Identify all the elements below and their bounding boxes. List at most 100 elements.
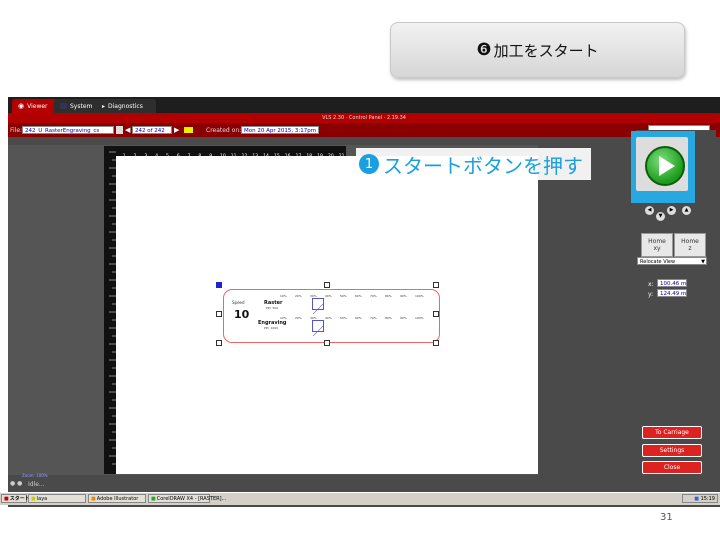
folder-task-icon: ■ bbox=[31, 495, 36, 502]
design-object[interactable]: Speed 10 Raster PPI: 500 Engraving PPI: … bbox=[223, 289, 440, 343]
relocate-dropdown-icon: ▼ bbox=[701, 259, 705, 265]
settings-button[interactable]: Settings bbox=[642, 444, 702, 457]
selection-handle-ml[interactable] bbox=[216, 311, 222, 317]
prev-file-icon[interactable]: ◀ bbox=[125, 126, 130, 134]
percent-cell: 100% bbox=[415, 316, 424, 320]
zoom-label: Zoom: 100% bbox=[22, 473, 48, 478]
left-ruler-ticks bbox=[109, 151, 116, 465]
slide-number: 31 bbox=[660, 512, 673, 523]
home-z-sub: z bbox=[688, 245, 692, 252]
os-taskbar: ■ スタート ■ laya ■ Adobe Illustrator ■ Core… bbox=[0, 492, 720, 505]
window-title-bar: VLS 2.30 · Control Panel · 2.19.34 bbox=[8, 113, 720, 123]
home-z-label: Home bbox=[681, 238, 699, 245]
home-z-button[interactable]: Home z bbox=[674, 233, 706, 257]
status-bar: Zoom: 100% ● ● Idle... bbox=[8, 473, 712, 490]
taskbar-item-3[interactable]: ■ CorelDRAW X4 - [RASTER]... bbox=[148, 494, 226, 503]
selection-handle-tr[interactable] bbox=[433, 282, 439, 288]
raster-sub: PPI: 500 bbox=[266, 306, 279, 310]
percent-cell: 70% bbox=[370, 316, 377, 320]
jog-left-icon[interactable]: ◀ bbox=[645, 206, 654, 215]
engraving-sample-diagonal bbox=[312, 325, 324, 337]
y-coord-field[interactable]: 124.49 mm bbox=[657, 289, 687, 297]
percent-cell: 30% bbox=[310, 294, 317, 298]
start-menu-button[interactable]: ■ スタート bbox=[1, 494, 30, 503]
percent-cell: 50% bbox=[340, 294, 347, 298]
taskbar-item-1[interactable]: ■ laya bbox=[28, 494, 86, 503]
jog-z-icon[interactable]: ▲ bbox=[682, 206, 691, 215]
to-carriage-button[interactable]: To Carriage bbox=[642, 426, 702, 439]
percent-row-engraving: 10% 20% 30% 40% 50% 60% 70% 80% 90% 100% bbox=[280, 316, 430, 321]
jog-arrows: ◀ ▼ ▶ ▲ bbox=[640, 202, 696, 224]
design-speed-label: Speed bbox=[232, 300, 245, 305]
play-icon bbox=[659, 156, 675, 176]
tab-system-label: System bbox=[70, 102, 93, 110]
percent-cell: 60% bbox=[355, 316, 362, 320]
taskbar-item-3-label: CorelDRAW X4 - [RASTER]... bbox=[156, 495, 227, 502]
percent-cell: 90% bbox=[400, 294, 407, 298]
file-select[interactable]: 242_U_RasterEngraving_cs bbox=[22, 126, 114, 134]
illustrator-icon: ■ bbox=[91, 495, 96, 502]
callout-text: スタートボタンを押す bbox=[383, 153, 583, 178]
selection-handle-br[interactable] bbox=[433, 340, 439, 346]
y-coord-label: y: bbox=[648, 291, 654, 298]
tray-icon: ■ bbox=[694, 496, 699, 502]
coreldraw-icon: ■ bbox=[151, 495, 156, 502]
step-badge: ❻ bbox=[476, 40, 492, 60]
status-text: Idle... bbox=[28, 481, 45, 488]
callout-number: 1 bbox=[359, 154, 379, 174]
taskbar-item-2[interactable]: ■ Adobe Illustrator bbox=[88, 494, 146, 503]
engraving-sub: PPI: 1000 bbox=[264, 326, 279, 330]
start-button-highlight bbox=[631, 131, 695, 203]
tab-bar: ◉ Viewer System ▸ Diagnostics bbox=[8, 97, 720, 113]
file-counter: 242 of 242 bbox=[132, 126, 172, 134]
home-xy-sub: xy bbox=[653, 245, 661, 252]
tab-diagnostics[interactable]: ▸ Diagnostics bbox=[96, 99, 156, 113]
jog-down-icon[interactable]: ▼ bbox=[656, 212, 665, 221]
play-icon-circle bbox=[645, 146, 685, 186]
engraving-sample-square bbox=[312, 320, 324, 337]
step-label: 加工をスタート bbox=[493, 41, 599, 60]
selection-handle-mr[interactable] bbox=[433, 311, 439, 317]
relocate-view-select[interactable]: Relocate View ▼ bbox=[637, 257, 707, 265]
percent-cell: 70% bbox=[370, 294, 377, 298]
home-xy-button[interactable]: Home xy bbox=[641, 233, 673, 257]
system-tray: ■ 15:19 bbox=[682, 494, 718, 503]
taskbar-item-1-label: laya bbox=[36, 495, 48, 502]
selection-handle-tc[interactable] bbox=[324, 282, 330, 288]
next-file-icon[interactable]: ▶ bbox=[174, 126, 179, 134]
percent-cell: 100% bbox=[415, 294, 424, 298]
selection-handle-bc[interactable] bbox=[324, 340, 330, 346]
top-ruler: 0123456789101112131415161718192021 bbox=[108, 146, 346, 161]
step-header-box: ❻ 加工をスタート bbox=[390, 22, 685, 78]
taskbar-item-2-label: Adobe Illustrator bbox=[96, 495, 139, 502]
left-ruler bbox=[104, 146, 116, 474]
design-title-number: 10 bbox=[234, 308, 250, 321]
created-date: Mon 20 Apr 2015, 3:17pm bbox=[241, 126, 319, 134]
percent-cell: 20% bbox=[295, 316, 302, 320]
file-dropdown-icon[interactable]: ▼ bbox=[116, 126, 123, 134]
home-xy-label: Home bbox=[648, 238, 666, 245]
selection-handle-tl[interactable] bbox=[216, 282, 222, 288]
folder-icon[interactable] bbox=[184, 127, 193, 133]
percent-cell: 20% bbox=[295, 294, 302, 298]
clock: 15:19 bbox=[700, 496, 715, 502]
x-coord-label: x: bbox=[648, 281, 654, 288]
status-dots-icon: ● ● bbox=[10, 480, 23, 487]
instruction-callout: 1 スタートボタンを押す bbox=[356, 148, 591, 180]
percent-cell: 80% bbox=[385, 294, 392, 298]
percent-cell: 10% bbox=[280, 316, 287, 320]
selection-handle-bl[interactable] bbox=[216, 340, 222, 346]
percent-cell: 40% bbox=[325, 294, 332, 298]
tab-viewer-label: Viewer bbox=[27, 102, 48, 110]
jog-right-icon[interactable]: ▶ bbox=[667, 206, 676, 215]
percent-cell: 40% bbox=[325, 316, 332, 320]
relocate-view-label: Relocate View bbox=[640, 259, 676, 265]
windows-logo-icon: ■ bbox=[4, 495, 9, 502]
percent-cell: 50% bbox=[340, 316, 347, 320]
x-coord-field[interactable]: 100.46 mm bbox=[657, 279, 687, 287]
start-button[interactable] bbox=[636, 137, 688, 191]
close-button[interactable]: Close bbox=[642, 461, 702, 474]
raster-sample-square bbox=[312, 298, 324, 315]
percent-cell: 10% bbox=[280, 294, 287, 298]
start-menu-label: スタート bbox=[9, 496, 30, 502]
